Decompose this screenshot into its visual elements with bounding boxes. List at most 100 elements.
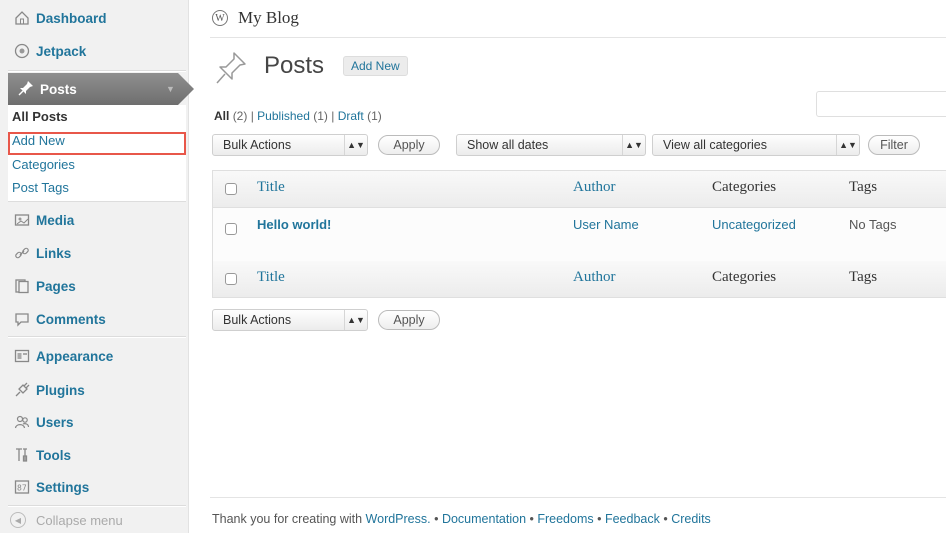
submenu-categories[interactable]: Categories (12, 155, 75, 175)
post-author-link[interactable]: User Name (573, 217, 639, 232)
collapse-menu-button[interactable]: ◀ Collapse menu (10, 512, 123, 528)
filter-draft[interactable]: Draft (338, 109, 364, 123)
column-categories-header: Categories (712, 179, 777, 195)
menu-media[interactable]: Media (8, 204, 186, 236)
menu-tools[interactable]: Tools (8, 439, 186, 471)
expand-arrow-icon: ▼ (166, 84, 175, 94)
menu-plugins[interactable]: Plugins (8, 374, 186, 406)
menu-links[interactable]: Links (8, 237, 186, 269)
search-posts-input[interactable] (816, 91, 946, 117)
pushpin-icon (18, 80, 34, 99)
column-title-header[interactable]: Title (257, 179, 285, 196)
filter-all[interactable]: All (214, 109, 229, 123)
footer-wordpress-link[interactable]: WordPress. (366, 512, 431, 526)
menu-jetpack[interactable]: Jetpack (8, 35, 186, 67)
filter-button[interactable]: Filter (868, 135, 920, 155)
dates-filter-value: Show all dates (467, 138, 549, 152)
menu-appearance[interactable]: Appearance (8, 340, 186, 372)
admin-sidebar: Dashboard Jetpack Posts ▼ All Posts Add … (0, 0, 194, 533)
filter-draft-count: (1) (367, 109, 382, 123)
menu-users-label: Users (36, 414, 74, 430)
menu-appearance-label: Appearance (36, 348, 114, 364)
menu-separator (8, 70, 186, 72)
footer-separator: • (659, 512, 672, 526)
bulk-actions-select-bottom[interactable]: Bulk Actions ▲▼ (212, 309, 368, 331)
menu-plugins-label: Plugins (36, 382, 85, 398)
menu-separator (8, 336, 186, 338)
filter-separator: | (331, 109, 335, 123)
collapse-menu-label: Collapse menu (36, 512, 123, 528)
footer-separator: • (526, 512, 538, 526)
bulk-actions-value: Bulk Actions (223, 138, 292, 152)
submenu-all-posts[interactable]: All Posts (12, 107, 68, 127)
add-new-highlight (8, 132, 186, 155)
menu-tools-label: Tools (36, 447, 71, 463)
site-title-text: My Blog (238, 8, 299, 27)
column-tags-footer: Tags (849, 269, 878, 285)
categories-filter-select[interactable]: View all categories ▲▼ (652, 134, 860, 156)
settings-icon: 87 (12, 478, 32, 496)
apply-button-bottom[interactable]: Apply (378, 310, 440, 330)
plugins-icon (12, 381, 32, 399)
header-divider (210, 37, 946, 38)
footer-freedoms-link[interactable]: Freedoms (537, 512, 593, 526)
pages-icon (12, 277, 32, 295)
post-title-link[interactable]: Hello world! (257, 217, 331, 232)
menu-comments[interactable]: Comments (8, 303, 186, 335)
submenu-post-tags[interactable]: Post Tags (12, 178, 69, 198)
add-new-button[interactable]: Add New (343, 56, 408, 76)
select-arrows-icon: ▲▼ (836, 135, 859, 155)
column-tags-header: Tags (849, 179, 878, 195)
menu-comments-label: Comments (36, 311, 106, 327)
apply-button[interactable]: Apply (378, 135, 440, 155)
post-status-filters: All (2) | Published (1) | Draft (1) (214, 109, 382, 123)
select-all-checkbox[interactable] (225, 273, 237, 285)
tools-icon (12, 446, 32, 464)
dates-filter-select[interactable]: Show all dates ▲▼ (456, 134, 646, 156)
links-icon (12, 244, 32, 262)
users-icon (12, 413, 32, 431)
footer-separator: • (593, 512, 605, 526)
menu-dashboard[interactable]: Dashboard (8, 2, 186, 34)
menu-separator (8, 505, 186, 507)
menu-pages-label: Pages (36, 278, 76, 294)
menu-settings-label: Settings (36, 479, 90, 495)
bulk-actions-value: Bulk Actions (223, 313, 292, 327)
table-footer-row: Title Author Categories Tags (213, 261, 946, 297)
menu-pages[interactable]: Pages (8, 270, 186, 302)
comments-icon (12, 310, 32, 328)
column-title-footer[interactable]: Title (257, 269, 285, 286)
footer-separator: • (430, 512, 442, 526)
column-author-header[interactable]: Author (573, 179, 616, 196)
main-content: W My Blog Posts Add New All (2) | Publis… (188, 0, 946, 533)
filter-published[interactable]: Published (257, 109, 310, 123)
menu-posts-label: Posts (40, 81, 77, 97)
row-checkbox[interactable] (225, 223, 237, 235)
appearance-icon (12, 347, 32, 365)
menu-posts[interactable]: Posts ▼ (8, 73, 194, 105)
table-row: Hello world! User Name Uncategorized No … (213, 207, 946, 263)
footer-credits-link[interactable]: Credits (671, 512, 711, 526)
wordpress-logo-icon: W (212, 10, 228, 26)
footer-feedback-link[interactable]: Feedback (605, 512, 660, 526)
footer-documentation-link[interactable]: Documentation (442, 512, 526, 526)
select-arrows-icon: ▲▼ (622, 135, 645, 155)
dashboard-icon (12, 9, 32, 27)
menu-links-label: Links (36, 245, 72, 261)
select-all-checkbox[interactable] (225, 183, 237, 195)
menu-users[interactable]: Users (8, 406, 186, 438)
column-author-footer[interactable]: Author (573, 269, 616, 286)
admin-footer: Thank you for creating with WordPress. •… (212, 512, 711, 526)
column-categories-footer: Categories (712, 269, 777, 285)
bulk-actions-select[interactable]: Bulk Actions ▲▼ (212, 134, 368, 156)
table-header-row: Title Author Categories Tags (213, 171, 946, 207)
filter-separator: | (250, 109, 254, 123)
posts-table: Title Author Categories Tags Hello world… (212, 170, 946, 298)
site-title[interactable]: W My Blog (212, 8, 299, 28)
menu-settings[interactable]: 87 Settings (8, 471, 186, 503)
categories-filter-value: View all categories (663, 138, 767, 152)
post-tags-value: No Tags (849, 217, 897, 232)
footer-thanks: Thank you for creating with (212, 512, 366, 526)
footer-divider (210, 497, 946, 498)
post-category-link[interactable]: Uncategorized (712, 217, 796, 232)
